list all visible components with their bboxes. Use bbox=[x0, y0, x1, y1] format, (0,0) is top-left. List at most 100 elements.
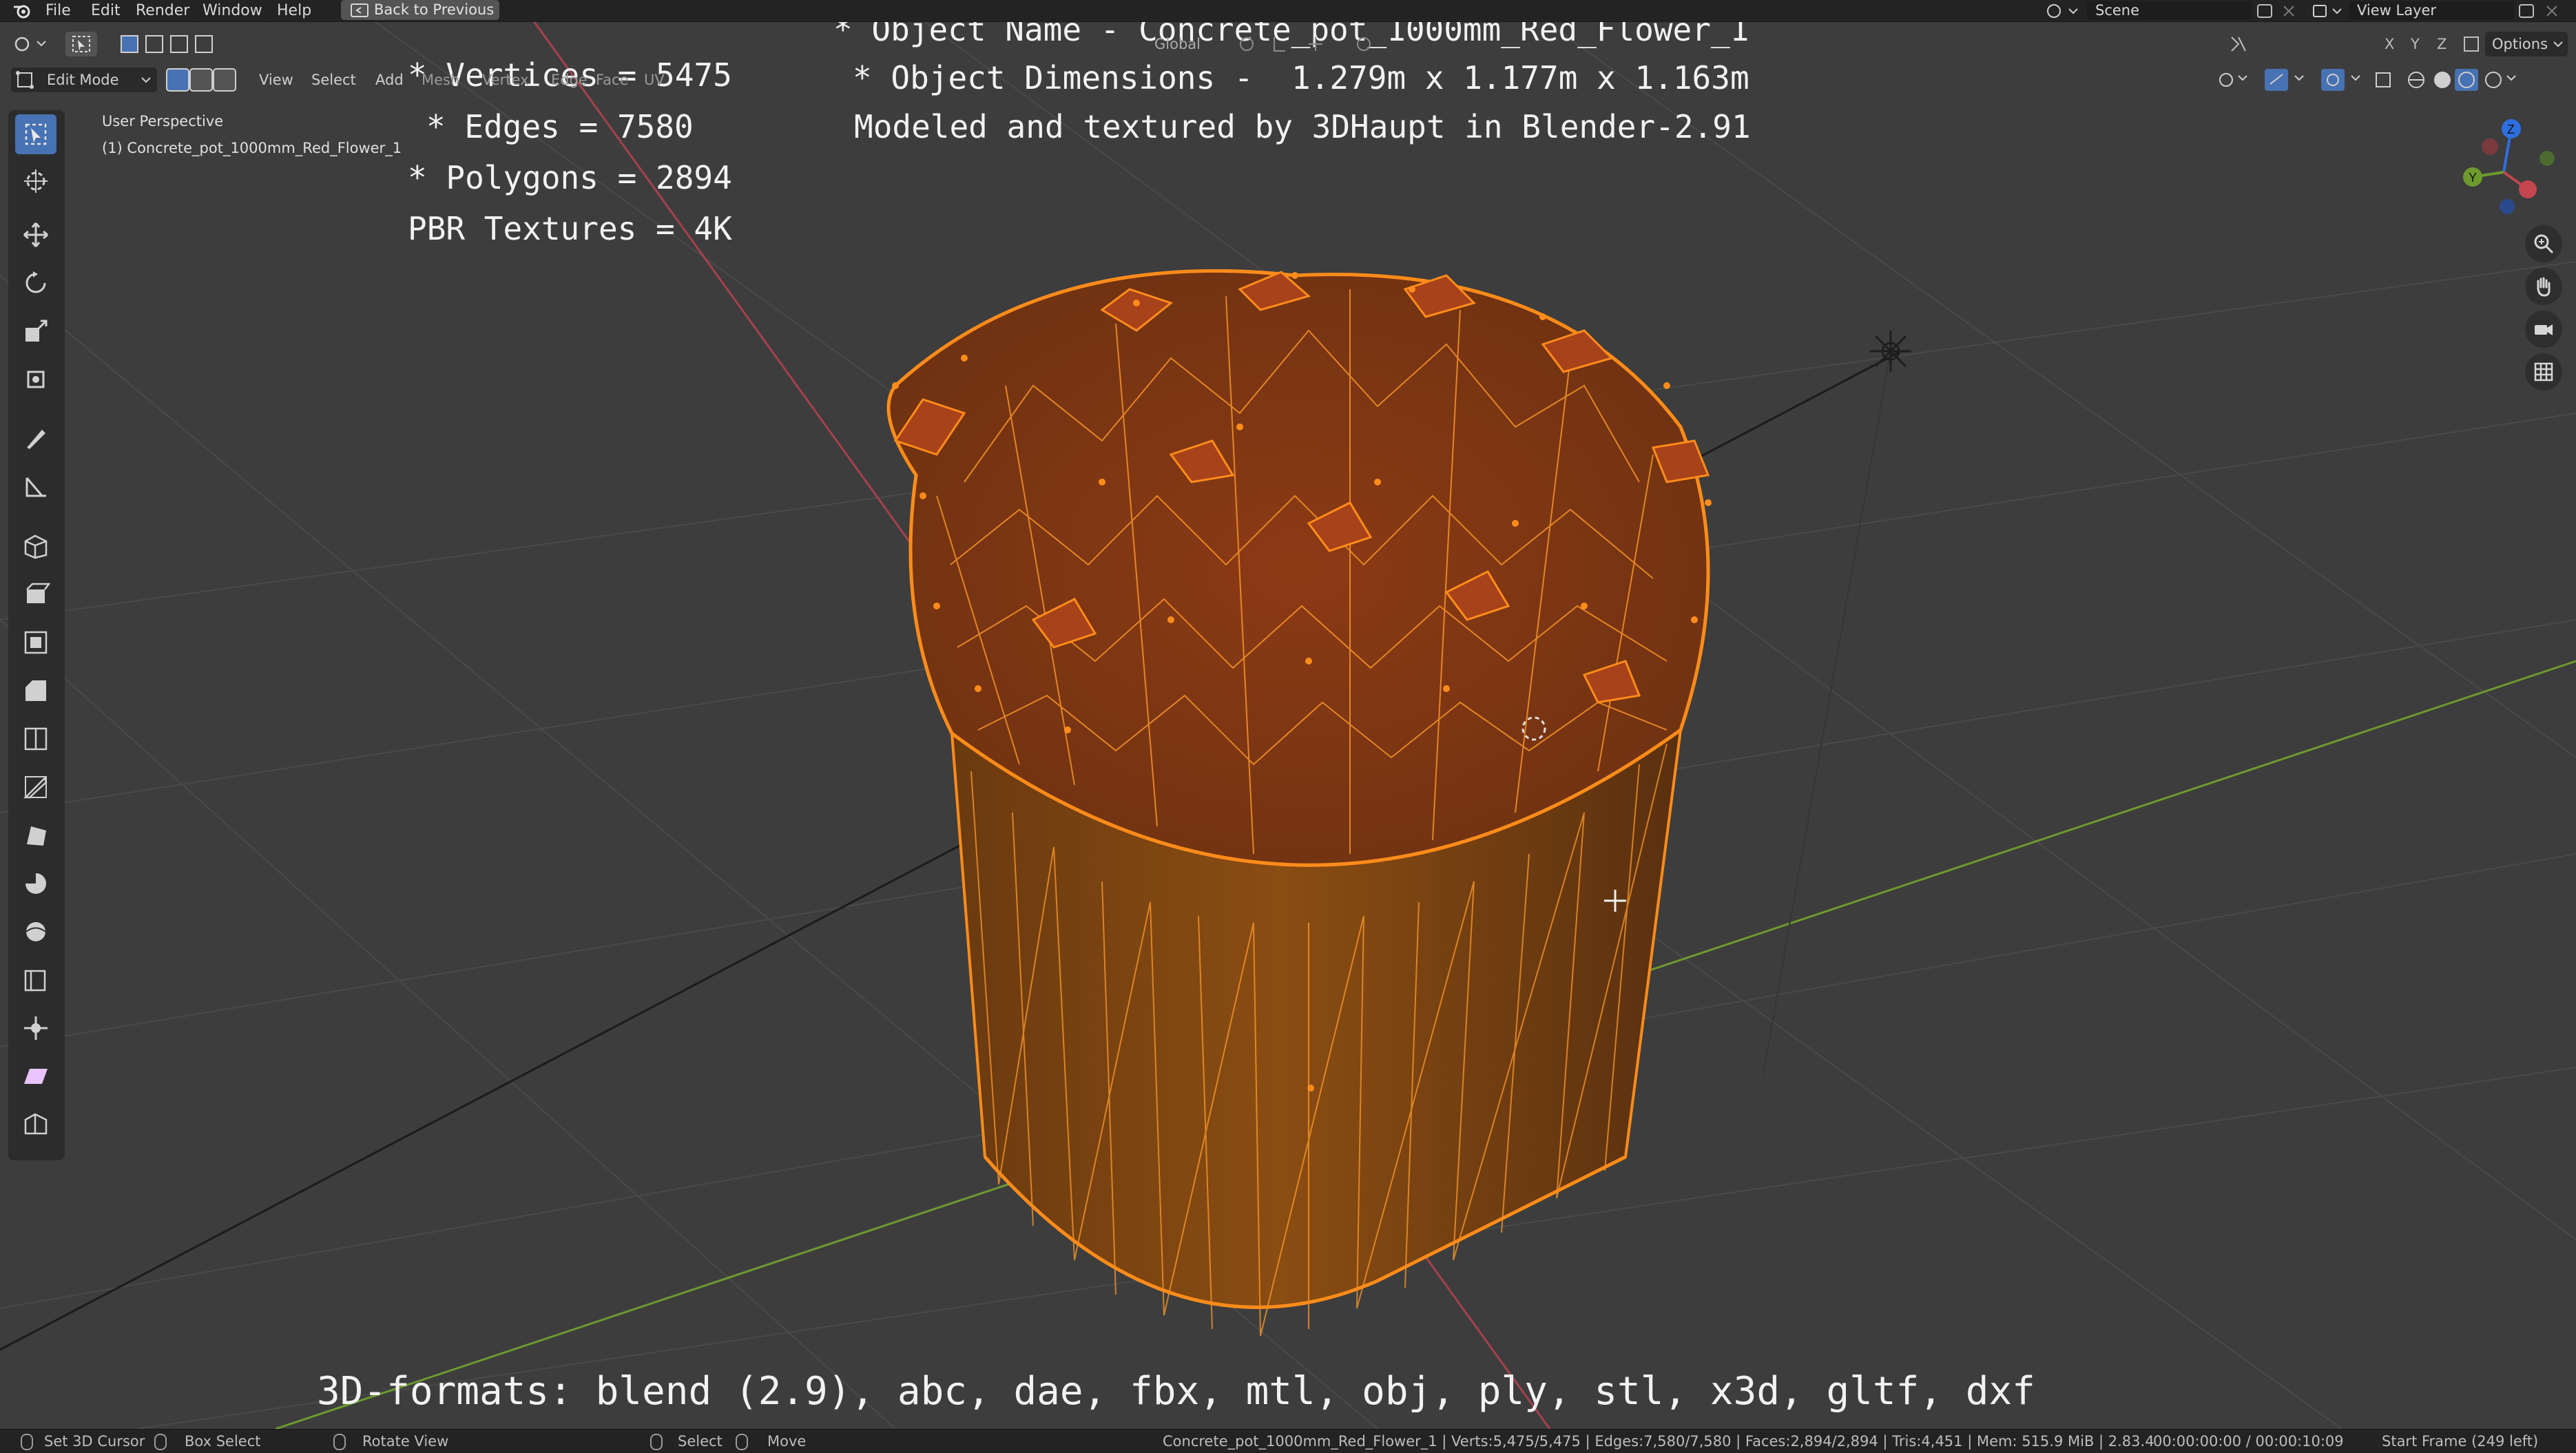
camera-icon[interactable] bbox=[2525, 311, 2562, 348]
viewport-object-label: (1) Concrete_pot_1000mm_Red_Flower_1 bbox=[102, 140, 402, 156]
rotate-icon[interactable] bbox=[15, 263, 56, 303]
grid-icon[interactable] bbox=[2525, 353, 2562, 390]
formats-overlay-text: 3D-formats: blend (2.9), abc, dae, fbx, … bbox=[317, 1369, 2035, 1414]
menu-help[interactable]: Help bbox=[277, 2, 311, 19]
mode-dropdown[interactable]: Edit Mode bbox=[11, 67, 157, 92]
options-dropdown-label: Options bbox=[2492, 36, 2548, 52]
edge-slide-icon[interactable] bbox=[15, 960, 56, 1000]
scene-statistics: Concrete_pot_1000mm_Red_Flower_1 | Verts… bbox=[1163, 1433, 2154, 1450]
viewport-shading-icons[interactable] bbox=[2211, 66, 2528, 94]
svg-text:Z: Z bbox=[2507, 123, 2515, 136]
mouse-middle-icon bbox=[333, 1434, 346, 1450]
measure-icon[interactable] bbox=[15, 467, 56, 507]
axis-z-toggle[interactable]: Z bbox=[2437, 36, 2447, 52]
start-frame-info: Start Frame (249 left) bbox=[2382, 1433, 2539, 1450]
view-layer-selector-icon[interactable] bbox=[2311, 2, 2345, 20]
mouse-right-icon bbox=[650, 1434, 663, 1450]
mouse-move-icon bbox=[736, 1434, 748, 1450]
chevron-down-icon bbox=[141, 77, 151, 83]
rip-icon[interactable] bbox=[15, 1105, 56, 1144]
viewport-scene[interactable] bbox=[0, 0, 2576, 1429]
pivot-snap-proportional-icons[interactable] bbox=[1233, 32, 1398, 56]
select-box-icon[interactable] bbox=[15, 114, 56, 154]
mirror-axis-icon[interactable] bbox=[2225, 32, 2300, 56]
poly-build-icon[interactable] bbox=[15, 815, 56, 855]
hand-icon[interactable] bbox=[2525, 268, 2562, 305]
loop-cut-icon[interactable] bbox=[15, 719, 56, 759]
viewport-header: Edit Mode View Select Add Mesh Vertex Ed… bbox=[0, 22, 2576, 94]
knife-icon[interactable] bbox=[15, 767, 56, 807]
3d-viewport[interactable]: User Perspective (1) Concrete_pot_1000mm… bbox=[0, 0, 2576, 1429]
timeline-time: 00:00:00:00 / 00:00:10:09 bbox=[2153, 1433, 2344, 1450]
menu-edit[interactable]: Edit bbox=[91, 2, 121, 19]
scene-buttons-icon[interactable] bbox=[2254, 2, 2302, 20]
shear-icon[interactable] bbox=[15, 1056, 56, 1096]
menu-window[interactable]: Window bbox=[202, 2, 262, 19]
viewport-perspective-label: User Perspective bbox=[102, 113, 224, 129]
textures-overlay-text: PBR Textures = 4K bbox=[408, 210, 732, 247]
menu-edge[interactable]: Edge bbox=[551, 72, 588, 88]
menu-add[interactable]: Add bbox=[375, 72, 404, 88]
menu-face[interactable]: Face bbox=[596, 72, 629, 88]
view-layer-buttons-icon[interactable] bbox=[2515, 2, 2570, 20]
options-dropdown[interactable]: Options bbox=[2485, 32, 2568, 56]
polygons-overlay-text: * Polygons = 2894 bbox=[408, 159, 732, 196]
menu-vertex[interactable]: Vertex bbox=[482, 72, 529, 88]
edit-mode-icon bbox=[16, 71, 34, 89]
top-menubar: File Edit Render Window Help Back to Pre… bbox=[0, 0, 2576, 22]
status-middle: Rotate View bbox=[362, 1433, 449, 1450]
transform-orientation-label: Global bbox=[1154, 36, 1201, 52]
chevron-down-icon bbox=[2553, 41, 2563, 48]
back-to-previous-button[interactable]: Back to Previous bbox=[341, 0, 499, 20]
zoom-icon[interactable] bbox=[2525, 225, 2562, 262]
scene-selector-icon[interactable] bbox=[2046, 2, 2080, 20]
left-toolbar bbox=[8, 110, 65, 1160]
auto-merge-icon[interactable] bbox=[2459, 32, 2484, 56]
transform-orientation-dropdown[interactable]: Global bbox=[1123, 32, 1226, 56]
mouse-drag-icon bbox=[154, 1434, 167, 1450]
menu-view[interactable]: View bbox=[259, 72, 293, 88]
scene-name-field[interactable]: Scene bbox=[2087, 1, 2252, 20]
mode-dropdown-label: Edit Mode bbox=[47, 72, 119, 88]
menu-file[interactable]: File bbox=[45, 2, 71, 19]
status-drag: Box Select bbox=[185, 1433, 261, 1450]
axis-y-toggle[interactable]: Y bbox=[2411, 36, 2420, 52]
view-layer-text: View Layer bbox=[2357, 2, 2437, 19]
extrude-icon[interactable] bbox=[15, 574, 56, 614]
red-flowers-mesh[interactable] bbox=[886, 269, 1712, 867]
smooth-icon[interactable] bbox=[15, 912, 56, 952]
light-object-icon[interactable] bbox=[1870, 331, 1911, 372]
credit-overlay-text: Modeled and textured by 3DHaupt in Blend… bbox=[854, 108, 1751, 145]
transform-icon[interactable] bbox=[15, 359, 56, 399]
inset-icon[interactable] bbox=[15, 623, 56, 662]
light-line bbox=[1763, 351, 1891, 1075]
menu-render[interactable]: Render bbox=[136, 2, 189, 19]
axis-x-toggle[interactable]: X bbox=[2385, 36, 2394, 52]
status-bar: Set 3D Cursor Box Select Rotate View Sel… bbox=[0, 1429, 2576, 1453]
menu-uv[interactable]: UV bbox=[644, 72, 665, 88]
selection-mode-icons[interactable] bbox=[116, 32, 247, 56]
menu-mesh[interactable]: Mesh bbox=[422, 72, 459, 88]
move-icon[interactable] bbox=[15, 215, 56, 255]
status-left-click: Set 3D Cursor bbox=[44, 1433, 145, 1450]
blender-logo-icon[interactable] bbox=[12, 1, 32, 21]
add-cube-icon[interactable] bbox=[15, 526, 56, 566]
mouse-left-icon bbox=[21, 1434, 33, 1450]
vertex-edge-face-toggle[interactable] bbox=[164, 67, 240, 92]
cursor-icon[interactable] bbox=[15, 161, 56, 201]
view-layer-field[interactable]: View Layer bbox=[2349, 1, 2514, 20]
scale-icon[interactable] bbox=[15, 311, 56, 351]
status-move: Move bbox=[767, 1433, 807, 1450]
bevel-icon[interactable] bbox=[15, 671, 56, 711]
spin-icon[interactable] bbox=[15, 864, 56, 903]
shrink-fatten-icon[interactable] bbox=[15, 1008, 56, 1048]
scene-name-text: Scene bbox=[2095, 2, 2140, 19]
back-icon bbox=[351, 3, 368, 17]
status-select: Select bbox=[678, 1433, 723, 1450]
annotate-icon[interactable] bbox=[15, 419, 56, 459]
menu-select[interactable]: Select bbox=[311, 72, 356, 88]
editor-type-icon[interactable] bbox=[11, 32, 52, 56]
tool-select-box-button[interactable] bbox=[65, 32, 97, 56]
svg-text:Y: Y bbox=[2469, 171, 2477, 185]
navigation-gizmo[interactable]: Z Y bbox=[2452, 114, 2555, 224]
